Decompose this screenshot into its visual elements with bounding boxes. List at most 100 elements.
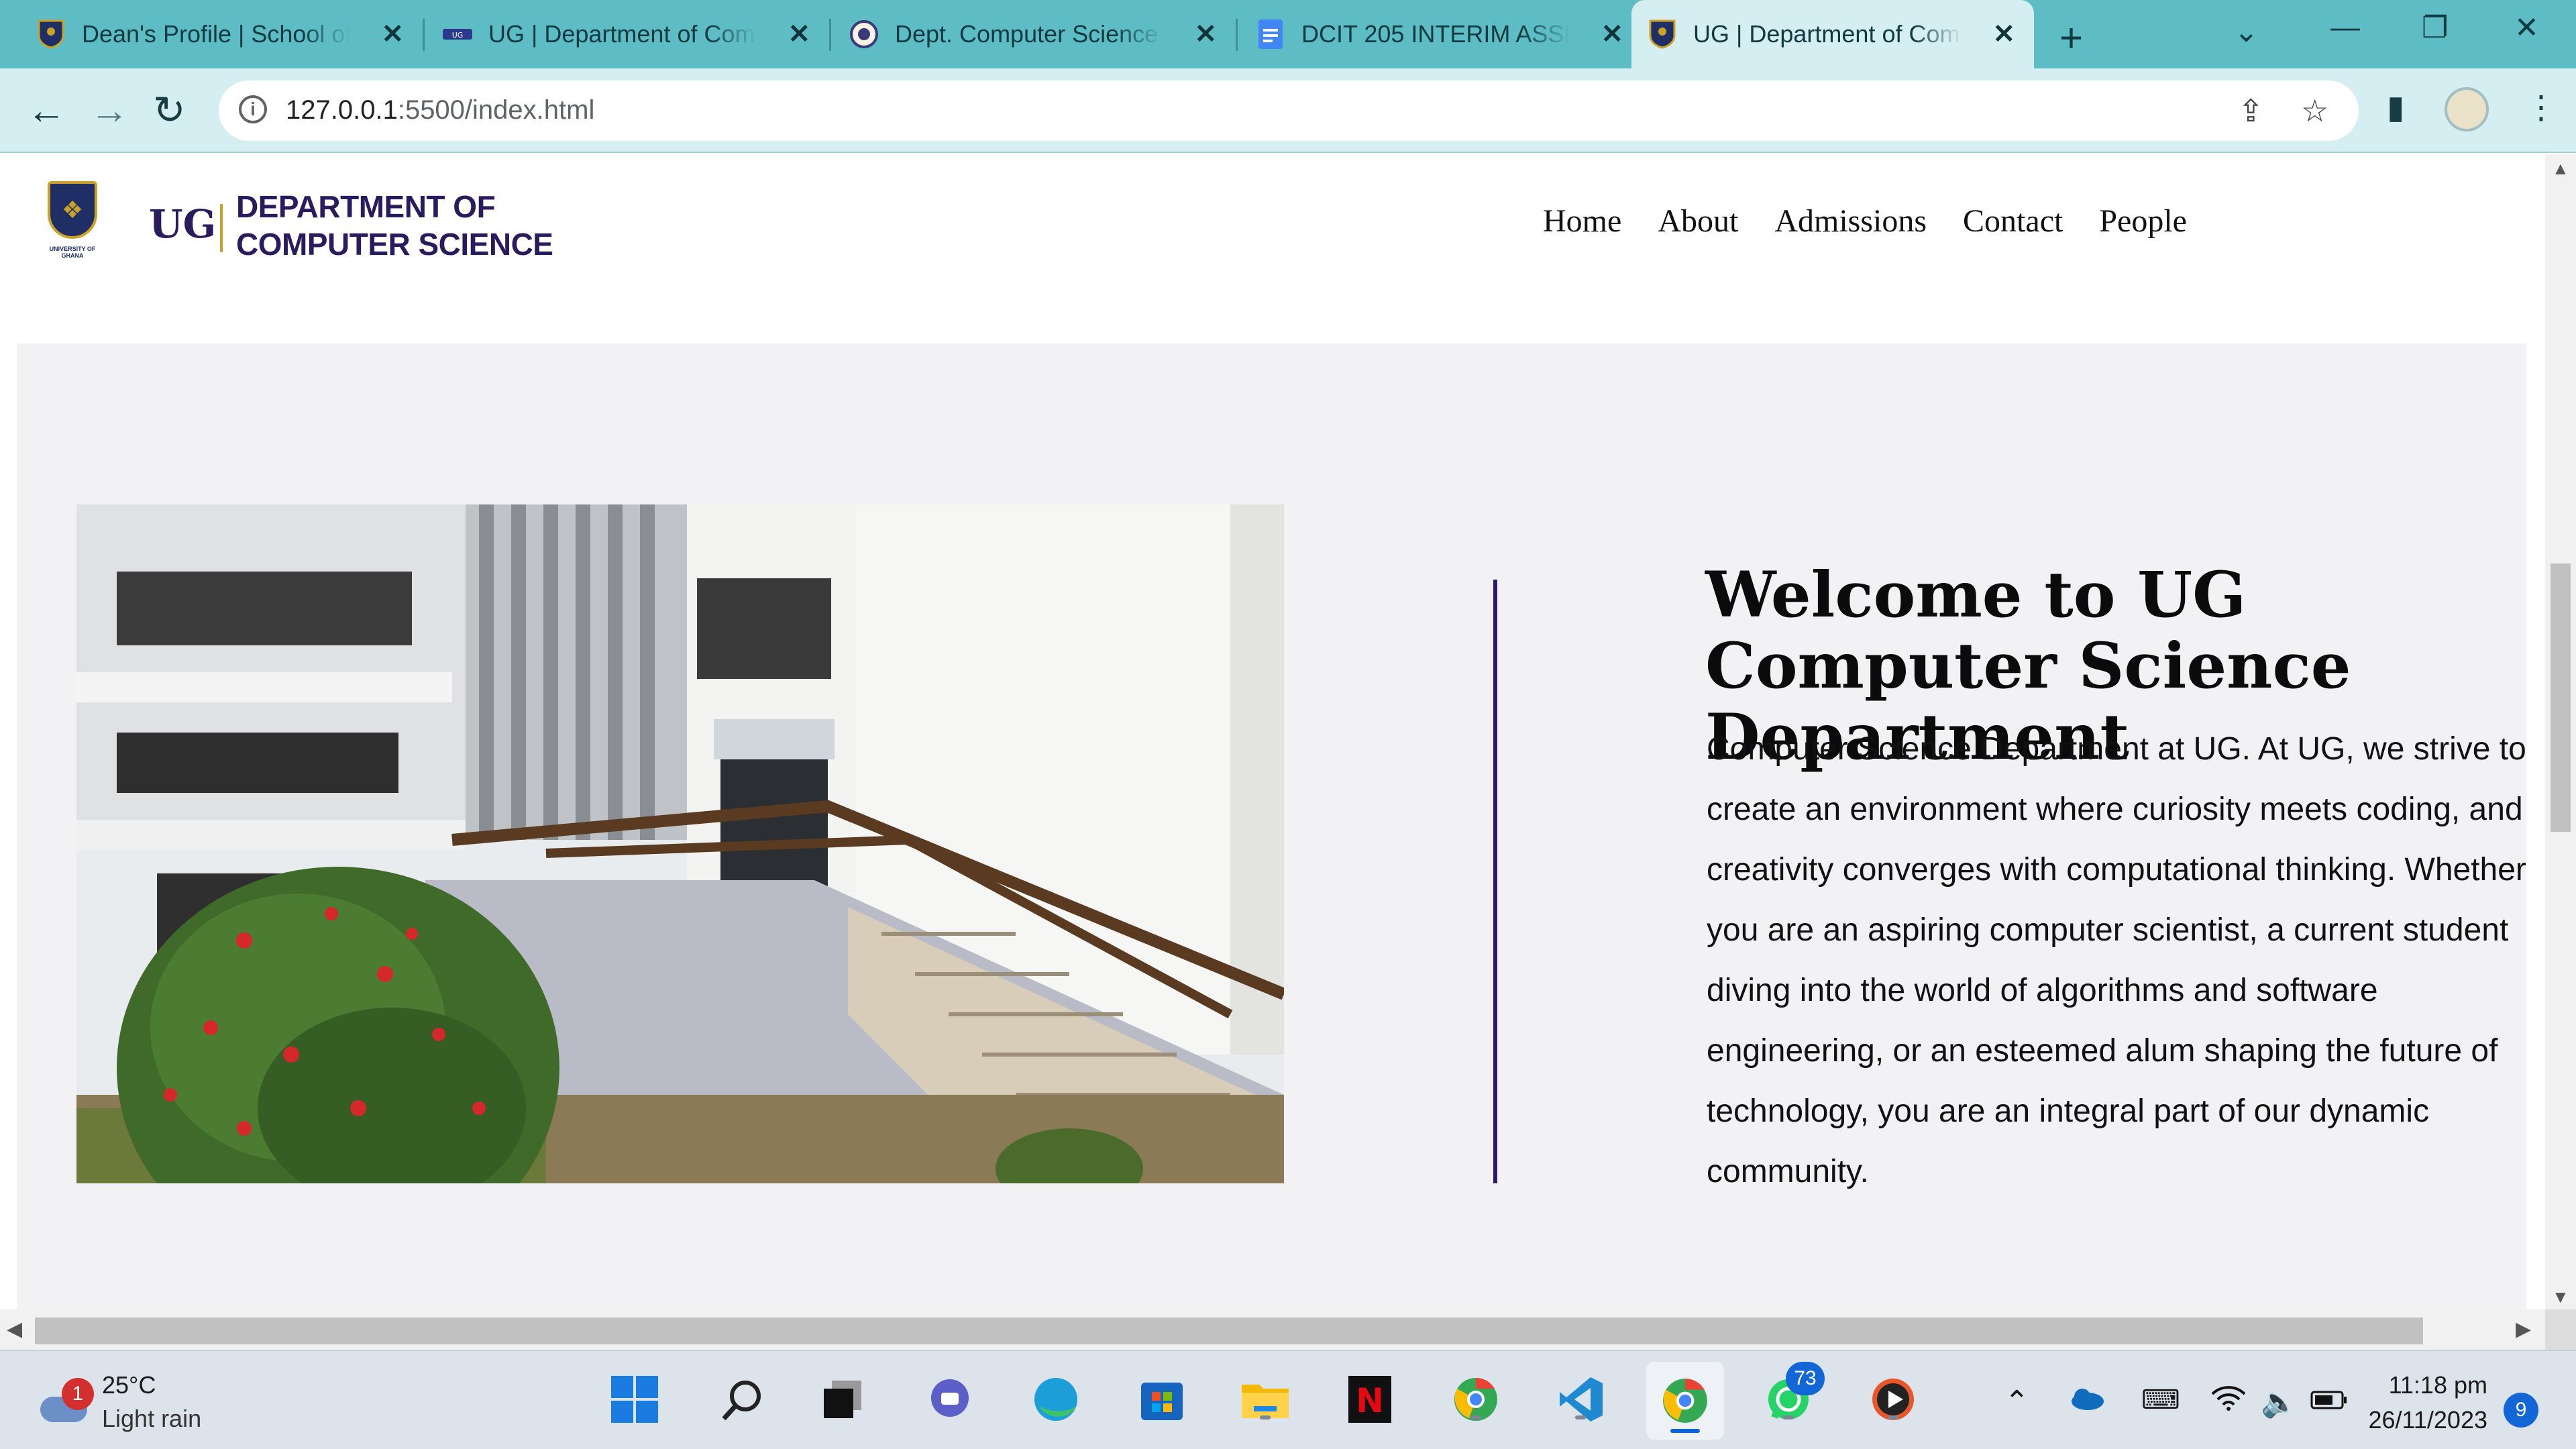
tab-title: Dept. Computer Science [895,20,1159,48]
main-nav: Home About Admissions Contact People [1543,203,2223,239]
scroll-down-icon[interactable]: ▼ [2552,1287,2569,1307]
tab-dept-computer-science[interactable]: Dept. Computer Science ✕ [833,0,1236,68]
vertical-scroll-thumb[interactable] [2551,564,2571,832]
tab-ug-department-active[interactable]: UG | Department of Com ✕ [1631,0,2034,68]
search-icon[interactable] [715,1373,769,1426]
scroll-left-icon[interactable]: ◀ [7,1318,22,1341]
forward-icon[interactable]: → [90,87,129,134]
nav-people[interactable]: People [2099,203,2187,239]
chrome-profile-icon[interactable] [1449,1373,1503,1426]
tab-title: DCIT 205 INTERIM ASSES [1301,20,1570,48]
ug-logo-favicon-icon: UG [443,19,472,49]
tab-separator [1236,19,1238,51]
weather-badge: 1 [62,1378,94,1410]
tab-deans-profile[interactable]: Dean's Profile | School of ✕ [20,0,423,68]
weather-condition[interactable]: Light rain [102,1405,201,1433]
back-icon[interactable]: ← [27,87,66,134]
close-tab-icon[interactable]: ✕ [788,19,810,50]
keyboard-icon[interactable]: ⌨ [2141,1385,2180,1415]
weather-temperature[interactable]: 25°C [102,1371,156,1399]
department-name: DEPARTMENT OF COMPUTER SCIENCE [236,189,553,262]
ug-logo-text: UG [149,201,217,247]
running-indicator [1575,1415,1586,1419]
address-bar[interactable]: i 127.0.0.1:5500/index.html ⇪ ☆ [219,80,2359,141]
site-header: ❖ UNIVERSITY OF GHANA UG DEPARTMENT OF C… [0,154,2545,342]
restore-icon[interactable]: ❐ [2422,11,2448,45]
tab-ug-department-1[interactable]: UG UG | Department of Com ✕ [427,0,829,68]
browser-toolbar: ← → ↻ i 127.0.0.1:5500/index.html ⇪ ☆ ▮ … [0,68,2576,153]
task-view-icon[interactable] [816,1373,869,1426]
scroll-right-icon[interactable]: ▶ [2516,1318,2531,1341]
close-tab-icon[interactable]: ✕ [381,19,404,50]
battery-icon[interactable] [2310,1385,2348,1418]
horizontal-scrollbar[interactable]: ◀ ▶ [0,1309,2545,1350]
crest-caption: UNIVERSITY OF GHANA [49,246,96,259]
nav-about[interactable]: About [1658,203,1738,239]
tab-search-chevron-icon[interactable]: ⌄ [2234,15,2259,49]
tab-title: Dean's Profile | School of [82,20,350,48]
windows-start-icon[interactable] [608,1373,661,1426]
weather-widget[interactable]: 1 [35,1378,94,1425]
media-player-icon[interactable] [1866,1373,1920,1426]
svg-text:UG: UG [452,31,464,40]
tab-dcit-205[interactable]: DCIT 205 INTERIM ASSES ✕ [1240,0,1642,68]
more-menu-icon[interactable]: ⋮ [2525,89,2557,126]
side-panel-icon[interactable]: ▮ [2387,89,2404,126]
running-indicator [1260,1415,1271,1419]
page-viewport: ❖ UNIVERSITY OF GHANA UG DEPARTMENT OF C… [0,154,2545,1309]
tab-title: UG | Department of Com [488,20,755,48]
close-tab-icon[interactable]: ✕ [1194,19,1217,50]
share-icon[interactable]: ⇪ [2238,93,2264,129]
reload-icon[interactable]: ↻ [153,87,186,134]
vertical-scrollbar[interactable]: ▲ ▼ [2545,154,2576,1309]
clock-date: 26/11/2023 [2368,1406,2487,1434]
file-explorer-icon[interactable] [1238,1373,1292,1426]
close-window-icon[interactable]: ✕ [2514,11,2539,45]
windows-taskbar: 1 25°C Light rain N 73 ⌃ ⌨ 🔈 11:18 pm 26… [0,1350,2576,1449]
tab-title: UG | Department of Com [1693,20,1960,48]
vs-code-icon[interactable] [1554,1373,1607,1426]
minimize-icon[interactable]: — [2330,11,2360,44]
crest-shield-icon: ❖ [48,181,97,239]
nav-contact[interactable]: Contact [1963,203,2063,239]
tab-strip: Dean's Profile | School of ✕ UG UG | Dep… [0,0,2576,68]
ug-crest-favicon-icon [1648,19,1677,49]
google-docs-favicon-icon [1256,19,1285,49]
system-clock[interactable]: 11:18 pm 26/11/2023 [2367,1371,2487,1434]
microsoft-store-icon[interactable] [1135,1373,1189,1426]
whatsapp-icon[interactable]: 73 [1762,1362,1825,1426]
hero-description: Computer Science Department at UG. At UG… [1707,731,2526,1189]
volume-icon[interactable]: 🔈 [2261,1385,2298,1419]
onedrive-icon[interactable] [2068,1385,2105,1418]
running-indicator [1888,1415,1898,1419]
site-info-icon[interactable]: i [239,95,267,123]
close-tab-icon[interactable]: ✕ [1601,19,1623,50]
wifi-icon[interactable] [2211,1385,2246,1419]
netflix-icon[interactable]: N [1343,1373,1397,1426]
nav-admissions[interactable]: Admissions [1774,203,1927,239]
department-building-photo [76,504,1284,1183]
close-tab-icon[interactable]: ✕ [1992,19,2015,50]
running-indicator [1470,1415,1481,1419]
scroll-up-icon[interactable]: ▲ [2552,158,2569,179]
university-crest-logo[interactable]: ❖ UNIVERSITY OF GHANA [39,181,106,263]
active-window-indicator [1670,1429,1700,1433]
tab-separator [423,19,425,51]
running-indicator [1783,1415,1794,1419]
seal-favicon-icon [849,19,879,49]
svg-text:N: N [1356,1381,1384,1420]
scrollbar-corner [2545,1309,2576,1350]
teams-chat-icon[interactable] [923,1373,977,1426]
tab-separator [829,19,831,51]
show-hidden-icons-icon[interactable]: ⌃ [2004,1385,2029,1419]
bookmark-star-icon[interactable]: ☆ [2301,93,2328,129]
edge-browser-icon[interactable] [1029,1373,1083,1426]
new-tab-icon[interactable]: + [2059,15,2083,61]
hero-divider-line [1493,580,1497,1183]
horizontal-scroll-thumb[interactable] [35,1318,2423,1344]
notification-count-badge[interactable]: 9 [2504,1393,2538,1428]
chrome-icon[interactable] [1646,1362,1724,1440]
url-text[interactable]: 127.0.0.1:5500/index.html [286,95,594,125]
profile-avatar[interactable] [2445,87,2489,131]
nav-home[interactable]: Home [1543,203,1621,239]
